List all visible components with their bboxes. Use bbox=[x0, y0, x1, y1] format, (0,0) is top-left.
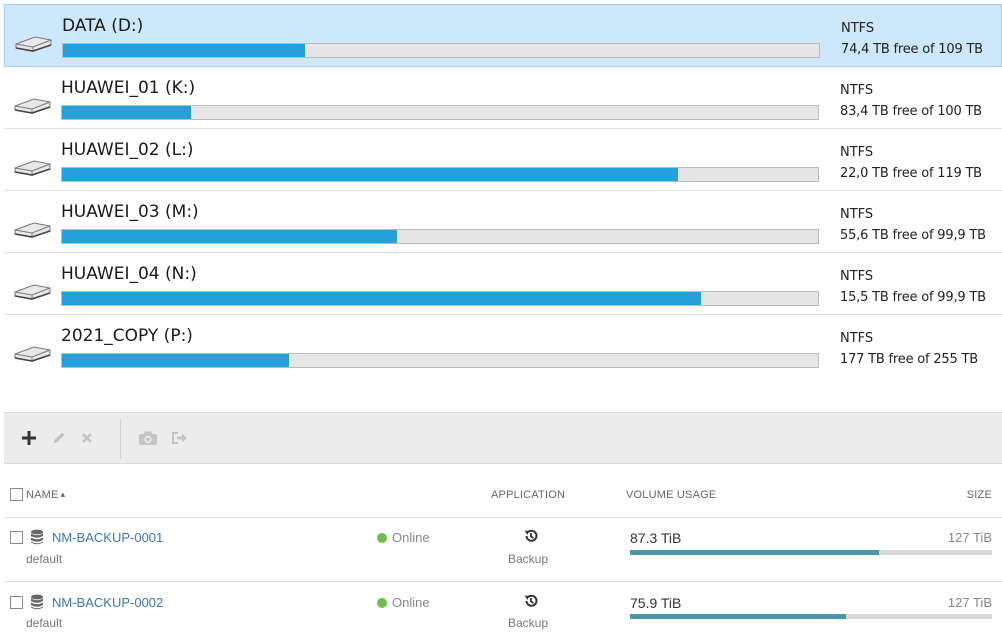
drive-name: HUAWEI_02 (L:) bbox=[61, 140, 194, 160]
drive-item[interactable]: DATA (D:) NTFS 74,4 TB free of 109 TB bbox=[4, 4, 1002, 67]
drive-name: HUAWEI_04 (N:) bbox=[61, 264, 197, 284]
drive-usage-fill bbox=[62, 230, 397, 243]
delete-button[interactable] bbox=[76, 427, 98, 449]
camera-icon bbox=[139, 431, 157, 445]
volume-name-link[interactable]: NM-BACKUP-0001 bbox=[52, 530, 163, 545]
hard-drive-icon bbox=[15, 36, 52, 52]
column-header-volume-usage[interactable]: VOLUME USAGE bbox=[626, 489, 716, 501]
volume-toolbar bbox=[4, 412, 1002, 464]
drive-filesystem: NTFS bbox=[840, 145, 874, 160]
drive-usage-bar bbox=[61, 167, 819, 182]
edit-button[interactable] bbox=[48, 427, 70, 449]
volume-usage-fill bbox=[630, 550, 879, 555]
volume-size: 127 TiB bbox=[947, 530, 992, 545]
add-button[interactable] bbox=[18, 427, 40, 449]
drive-usage-bar bbox=[61, 291, 819, 306]
drive-name: 2021_COPY (P:) bbox=[61, 326, 193, 346]
drive-free-space: 74,4 TB free of 109 TB bbox=[841, 42, 983, 57]
hard-drive-icon bbox=[14, 284, 51, 300]
drive-item[interactable]: 2021_COPY (P:) NTFS 177 TB free of 255 T… bbox=[4, 315, 1002, 377]
volume-group: default bbox=[26, 552, 63, 566]
hard-drive-icon bbox=[14, 222, 51, 238]
drive-free-space: 177 TB free of 255 TB bbox=[840, 352, 978, 367]
drive-name: HUAWEI_03 (M:) bbox=[61, 202, 199, 222]
database-icon bbox=[31, 529, 43, 545]
table-row[interactable]: NM-BACKUP-0001 default Online Backup 87.… bbox=[4, 518, 1002, 582]
status-online-icon bbox=[377, 533, 387, 543]
backup-history-icon bbox=[524, 529, 538, 542]
drive-name: DATA (D:) bbox=[62, 16, 144, 36]
column-header-size[interactable]: SIZE bbox=[967, 489, 992, 501]
application-label: Backup bbox=[508, 616, 549, 630]
volume-name-link[interactable]: NM-BACKUP-0002 bbox=[52, 595, 163, 610]
column-header-name-label: NAME bbox=[26, 489, 59, 501]
toolbar-separator bbox=[120, 419, 121, 459]
drive-filesystem: NTFS bbox=[840, 207, 874, 222]
volume-usage-bar bbox=[630, 550, 992, 555]
drive-usage-fill bbox=[62, 292, 701, 305]
plus-icon bbox=[22, 431, 36, 445]
drive-free-space: 15,5 TB free of 99,9 TB bbox=[840, 290, 986, 305]
select-all-checkbox[interactable] bbox=[10, 488, 23, 501]
volume-usage-value: 75.9 TiB bbox=[630, 595, 682, 611]
drive-usage-fill bbox=[62, 106, 191, 119]
drive-usage-fill bbox=[62, 354, 289, 367]
drive-usage-fill bbox=[63, 44, 305, 57]
x-icon bbox=[82, 433, 92, 443]
backup-history-icon bbox=[524, 594, 538, 607]
volume-usage-bar bbox=[630, 614, 992, 619]
drive-list: DATA (D:) NTFS 74,4 TB free of 109 TB HU… bbox=[4, 4, 1002, 377]
drive-name: HUAWEI_01 (K:) bbox=[61, 78, 196, 98]
volume-size: 127 TiB bbox=[947, 595, 992, 610]
drive-filesystem: NTFS bbox=[841, 21, 875, 36]
drive-filesystem: NTFS bbox=[840, 83, 874, 98]
table-row[interactable]: NM-BACKUP-0002 default Online Backup 75.… bbox=[4, 582, 1002, 637]
drive-usage-bar bbox=[61, 229, 819, 244]
volume-usage-value: 87.3 TiB bbox=[630, 530, 682, 546]
column-header-application[interactable]: APPLICATION bbox=[491, 489, 565, 501]
hard-drive-icon bbox=[14, 346, 51, 362]
volume-usage-fill bbox=[630, 614, 847, 619]
status-label: Online bbox=[392, 595, 430, 610]
drive-free-space: 55,6 TB free of 99,9 TB bbox=[840, 228, 986, 243]
snapshot-button[interactable] bbox=[137, 427, 159, 449]
volume-group: default bbox=[26, 616, 63, 630]
hard-drive-icon bbox=[14, 160, 51, 176]
drive-usage-bar bbox=[61, 353, 819, 368]
table-header: NAME ▴ APPLICATION VOLUME USAGE SIZE bbox=[4, 474, 1002, 518]
status-indicator: Online bbox=[377, 595, 430, 610]
hard-drive-icon bbox=[14, 98, 51, 114]
drive-usage-bar bbox=[61, 105, 819, 120]
drive-filesystem: NTFS bbox=[840, 269, 874, 284]
drive-item[interactable]: HUAWEI_02 (L:) NTFS 22,0 TB free of 119 … bbox=[4, 129, 1002, 191]
drive-free-space: 83,4 TB free of 100 TB bbox=[840, 104, 982, 119]
status-label: Online bbox=[392, 530, 430, 545]
sign-out-icon bbox=[172, 432, 187, 444]
drive-item[interactable]: HUAWEI_03 (M:) NTFS 55,6 TB free of 99,9… bbox=[4, 191, 1002, 253]
drive-usage-fill bbox=[62, 168, 679, 181]
drive-item[interactable]: HUAWEI_04 (N:) NTFS 15,5 TB free of 99,9… bbox=[4, 253, 1002, 315]
status-indicator: Online bbox=[377, 530, 430, 545]
drive-usage-bar bbox=[62, 43, 820, 58]
pencil-icon bbox=[54, 432, 65, 443]
row-checkbox[interactable] bbox=[10, 531, 23, 544]
export-button[interactable] bbox=[168, 427, 190, 449]
row-checkbox[interactable] bbox=[10, 596, 23, 609]
drive-free-space: 22,0 TB free of 119 TB bbox=[840, 166, 982, 181]
application-label: Backup bbox=[508, 552, 549, 566]
drive-item[interactable]: HUAWEI_01 (K:) NTFS 83,4 TB free of 100 … bbox=[4, 67, 1002, 129]
sort-ascending-icon: ▴ bbox=[60, 489, 66, 499]
drive-filesystem: NTFS bbox=[840, 331, 874, 346]
database-icon bbox=[31, 594, 43, 610]
column-header-name[interactable]: NAME ▴ bbox=[26, 489, 65, 501]
status-online-icon bbox=[377, 598, 387, 608]
